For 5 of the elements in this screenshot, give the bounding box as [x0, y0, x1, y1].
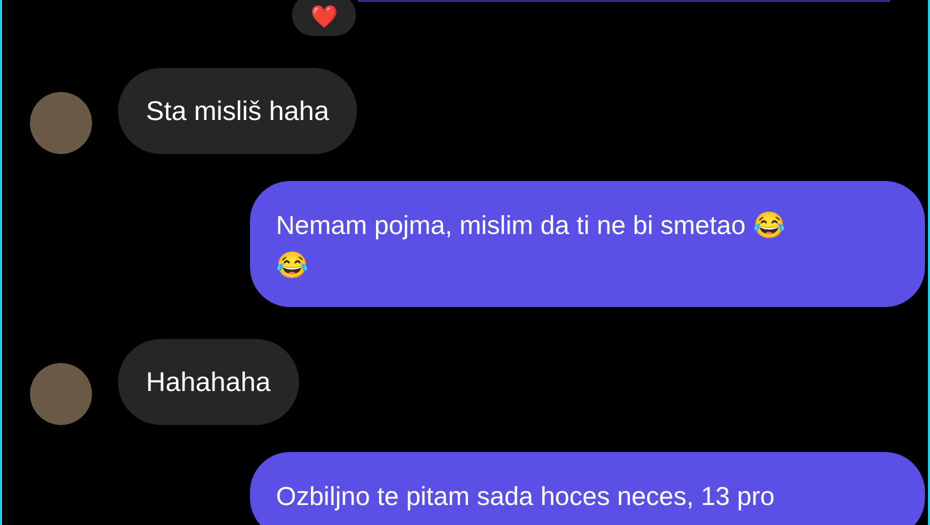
message-bubble: Sta misliš haha	[118, 68, 358, 154]
reaction-badge: ❤	[292, 0, 356, 36]
message-bubble: Ozbiljno te pitam sada hoces neces, 13 pro	[250, 452, 925, 525]
message-bubble: Hahahaha	[118, 339, 299, 425]
message-bubble: Nemam pojma, mislim da ti ne bi smetao 😂 😂	[250, 181, 925, 307]
